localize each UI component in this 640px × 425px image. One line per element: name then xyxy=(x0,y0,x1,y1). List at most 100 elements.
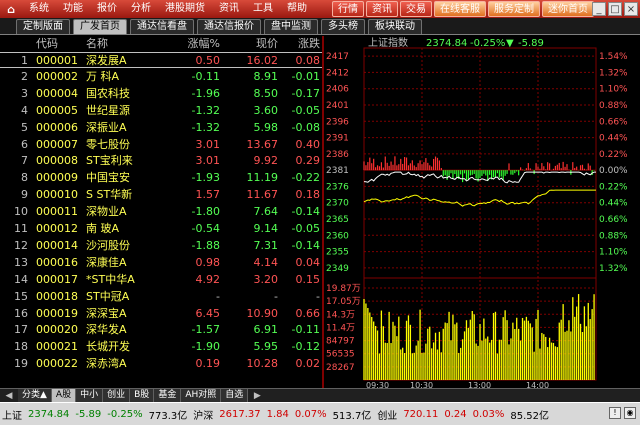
table-row[interactable]: 2 000002 万 科A -0.11 8.91 -0.01 xyxy=(0,69,322,85)
table-row[interactable]: 9 000010 S ST华新 1.57 11.67 0.18 xyxy=(0,187,322,203)
cell-price: 3.20 xyxy=(253,272,279,286)
menu-item-3[interactable]: 分析 xyxy=(124,0,158,18)
window-controls: _ □ × xyxy=(590,2,638,16)
table-row[interactable]: 17 000020 深华发A -1.57 6.91 -0.11 xyxy=(0,322,322,338)
quick-button-3[interactable]: 在线客服 xyxy=(434,1,486,17)
table-row[interactable]: 4 000005 世纪星源 -1.32 3.60 -0.05 xyxy=(0,103,322,119)
chart-chg: -5.89 xyxy=(518,38,544,49)
connection-icon[interactable]: ◉ xyxy=(624,407,636,419)
table-row[interactable]: 3 000004 国农科技 -1.96 8.50 -0.17 xyxy=(0,86,322,102)
cell-code: 000010 xyxy=(36,188,78,202)
table-row[interactable]: 1 000001 深发展A 0.50 16.02 0.08 xyxy=(0,52,322,68)
menu-item-5[interactable]: 资讯 xyxy=(212,0,246,18)
app-logo-icon[interactable]: ⌂ xyxy=(0,0,22,18)
alert-icon[interactable]: ! xyxy=(609,407,621,419)
table-row[interactable]: 18 000021 长城开发 -1.90 5.95 -0.12 xyxy=(0,339,322,355)
cell-name: 中国宝安 xyxy=(86,171,130,185)
bottom-tab-6[interactable]: AH对照 xyxy=(181,389,222,402)
menu-item-1[interactable]: 功能 xyxy=(56,0,90,18)
table-row[interactable]: 16 000019 深深宝A 6.45 10.90 0.66 xyxy=(0,306,322,322)
table-row[interactable]: 19 000022 深赤湾A 0.19 10.28 0.02 xyxy=(0,356,322,372)
bottom-tab-0[interactable]: 分类▲ xyxy=(18,389,52,402)
cy-label: 创业 xyxy=(377,410,398,422)
tab-1[interactable]: 广发首页 xyxy=(73,19,127,34)
minimize-icon[interactable]: _ xyxy=(592,2,606,16)
menu-item-7[interactable]: 帮助 xyxy=(280,0,314,18)
cell-idx: 13 xyxy=(14,255,28,269)
table-row[interactable]: 10 000011 深物业A -1.80 7.64 -0.14 xyxy=(0,204,322,220)
table-row[interactable]: 12 000014 沙河股份 -1.88 7.31 -0.14 xyxy=(0,238,322,254)
cell-price: 3.60 xyxy=(253,103,279,117)
table-row[interactable]: 14 000017 *ST中华A 4.92 3.20 0.15 xyxy=(0,272,322,288)
cell-code: 000004 xyxy=(36,86,78,100)
sh-value[interactable]: 2374.84 xyxy=(28,409,69,420)
nav-left-icon[interactable]: ◀ xyxy=(0,391,18,401)
cell-chg: - xyxy=(316,289,320,303)
cell-idx: 6 xyxy=(21,137,28,151)
pct-tick: 0.66% xyxy=(599,215,628,225)
cell-pct: -1.93 xyxy=(191,171,220,185)
hs-value[interactable]: 2617.37 xyxy=(219,409,260,420)
bottom-tab-4[interactable]: B股 xyxy=(130,389,155,402)
menu-item-6[interactable]: 工具 xyxy=(246,0,280,18)
cell-code: 000019 xyxy=(36,306,78,320)
bottom-tab-7[interactable]: 自选 xyxy=(221,389,249,402)
time-tick: 10:30 xyxy=(410,381,433,388)
tab-3[interactable]: 通达信报价 xyxy=(197,19,261,34)
pct-tick: 1.32% xyxy=(599,68,628,78)
table-row[interactable]: 13 000016 深康佳A 0.98 4.14 0.04 xyxy=(0,255,322,271)
cell-code: 000014 xyxy=(36,238,78,252)
nav-right-icon[interactable]: ▶ xyxy=(248,391,266,401)
cell-code: 000021 xyxy=(36,340,78,354)
menu-item-0[interactable]: 系统 xyxy=(22,0,56,18)
table-row[interactable]: 11 000012 南 玻A -0.54 9.14 -0.05 xyxy=(0,221,322,237)
header-name[interactable]: 名称 xyxy=(86,36,108,52)
cell-chg: 0.40 xyxy=(295,137,321,151)
header-code[interactable]: 代码 xyxy=(36,36,58,52)
cell-name: 深发展A xyxy=(86,54,127,67)
quick-button-1[interactable]: 资讯 xyxy=(366,1,398,17)
tab-6[interactable]: 板块联动 xyxy=(368,19,422,34)
menu-item-4[interactable]: 港股期货 xyxy=(158,0,212,18)
bottom-tab-5[interactable]: 基金 xyxy=(154,389,182,402)
cell-price: 7.31 xyxy=(253,238,279,252)
volume-tick: 14.3万 xyxy=(326,310,355,320)
table-row[interactable]: 7 000008 ST宝利来 3.01 9.92 0.29 xyxy=(0,153,322,169)
price-tick: 2391 xyxy=(326,134,349,144)
table-row[interactable]: 8 000009 中国宝安 -1.93 11.19 -0.22 xyxy=(0,170,322,186)
cell-idx: 17 xyxy=(14,323,28,337)
tab-5[interactable]: 多头榜 xyxy=(321,19,365,34)
cy-value[interactable]: 720.11 xyxy=(403,409,438,420)
table-row[interactable]: 6 000007 零七股份 3.01 13.67 0.40 xyxy=(0,137,322,153)
price-tick: 2401 xyxy=(326,101,349,111)
cell-chg: 0.18 xyxy=(295,188,321,202)
pct-tick: 1.10% xyxy=(599,248,628,258)
table-row[interactable]: 15 000018 ST中冠A - - - xyxy=(0,289,322,305)
bottom-tab-2[interactable]: 中小 xyxy=(76,389,104,402)
header-price[interactable]: 现价 xyxy=(222,36,278,52)
pct-tick: 0.44% xyxy=(599,199,628,209)
index-chart[interactable]: 上证指数 2374.84 -0.25% ▼ -5.89 2417 1.54% 2412 1.32… xyxy=(324,36,640,390)
header-pct[interactable]: 涨幅% xyxy=(150,36,220,52)
quick-button-0[interactable]: 行情 xyxy=(332,1,364,17)
cell-pct: 0.50 xyxy=(195,54,221,67)
tab-2[interactable]: 通达信看盘 xyxy=(130,19,194,34)
quick-button-2[interactable]: 交易 xyxy=(400,1,432,17)
header-chg[interactable]: 涨跌 xyxy=(280,36,320,52)
tab-0[interactable]: 定制版面 xyxy=(16,19,70,34)
table-row[interactable]: 5 000006 深振业A -1.32 5.98 -0.08 xyxy=(0,120,322,136)
cell-pct: -1.96 xyxy=(191,86,220,100)
close-icon[interactable]: × xyxy=(624,2,638,16)
bottom-tab-1[interactable]: A股 xyxy=(51,389,77,402)
quick-button-4[interactable]: 服务定制 xyxy=(488,1,540,17)
pct-tick: 0.88% xyxy=(599,101,628,111)
maximize-icon[interactable]: □ xyxy=(608,2,622,16)
cell-idx: 7 xyxy=(21,154,28,168)
tab-4[interactable]: 盘中监测 xyxy=(264,19,318,34)
bottom-tab-3[interactable]: 创业 xyxy=(103,389,131,402)
cell-code: 000008 xyxy=(36,154,78,168)
menu-item-2[interactable]: 报价 xyxy=(90,0,124,18)
quick-button-5[interactable]: 迷你首页 xyxy=(542,1,594,17)
price-tick: 2386 xyxy=(326,150,349,160)
time-tick: 09:30 xyxy=(366,381,389,388)
